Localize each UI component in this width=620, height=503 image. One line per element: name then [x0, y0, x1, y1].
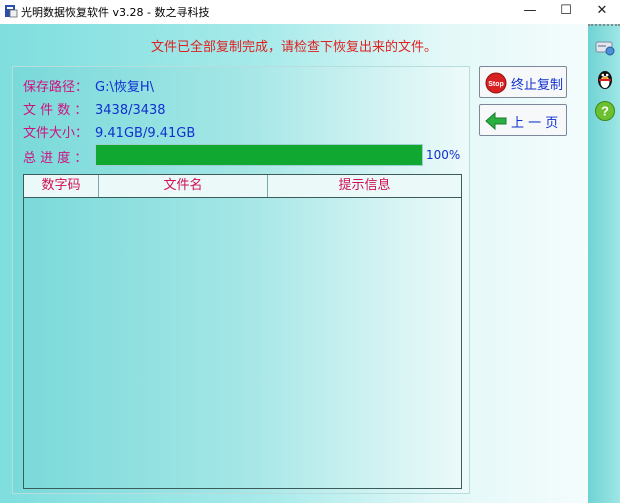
status-message: 文件已全部复制完成，请检查下恢复出来的文件。 — [150, 40, 437, 55]
file-size-value: 9.41GB/9.41GB — [95, 126, 196, 141]
window-title: 光明数据恢复软件 v3.28 - 数之寻科技 — [21, 6, 210, 19]
previous-page-button[interactable]: 上 一 页 — [479, 104, 567, 136]
file-size-label: 文件大小： — [23, 126, 89, 141]
column-header-filename[interactable]: 文件名 — [99, 175, 268, 197]
green-left-arrow-icon — [485, 111, 507, 131]
column-header-code[interactable]: 数字码 — [24, 175, 99, 197]
file-count-value: 3438/3438 — [95, 103, 166, 118]
maximize-button[interactable]: ☐ — [548, 0, 584, 22]
previous-page-label: 上 一 页 — [511, 116, 559, 131]
progress-label: 总 进 度 ： — [23, 151, 88, 166]
progress-bar — [95, 144, 423, 166]
file-count-label: 文 件 数 ： — [23, 103, 88, 118]
file-size-row: 文件大小： 9.41GB/9.41GB — [23, 122, 195, 141]
main-panel: 文件已全部复制完成，请检查下恢复出来的文件。 保存路径： G:\恢复H\ 文 件 … — [0, 24, 588, 503]
stop-sign-icon: Stop — [485, 72, 507, 94]
table-header: 数字码 文件名 提示信息 — [24, 175, 461, 198]
help-icon[interactable]: ? — [594, 100, 616, 122]
svg-text:Stop: Stop — [488, 81, 504, 88]
info-panel: 保存路径： G:\恢复H\ 文 件 数 ： 3438/3438 文件大小： 9.41G… — [12, 66, 470, 494]
progress-percent: 100% — [426, 148, 461, 162]
file-list-table[interactable]: 数字码 文件名 提示信息 — [23, 174, 462, 489]
svg-text:?: ? — [601, 104, 609, 119]
stop-copy-button[interactable]: Stop 终止复制 — [479, 66, 567, 98]
save-path-row: 保存路径： G:\恢复H\ — [23, 76, 154, 95]
table-body[interactable] — [25, 200, 460, 488]
title-bar: 光明数据恢复软件 v3.28 - 数之寻科技 — ☐ ✕ — [0, 0, 620, 24]
minimize-button[interactable]: — — [512, 0, 548, 22]
save-path-label: 保存路径： — [23, 80, 89, 95]
qq-penguin-icon[interactable] — [594, 68, 616, 90]
column-header-message[interactable]: 提示信息 — [268, 175, 461, 197]
app-icon — [5, 5, 18, 18]
close-button[interactable]: ✕ — [584, 0, 620, 22]
save-path-value: G:\恢复H\ — [95, 80, 154, 95]
side-toolbar: ? — [588, 24, 620, 503]
network-drive-icon[interactable] — [594, 36, 616, 58]
progress-fill — [96, 145, 422, 165]
stop-copy-label: 终止复制 — [511, 78, 564, 93]
side-toolbar-grip — [588, 24, 620, 30]
file-count-row: 文 件 数 ： 3438/3438 — [23, 99, 166, 118]
